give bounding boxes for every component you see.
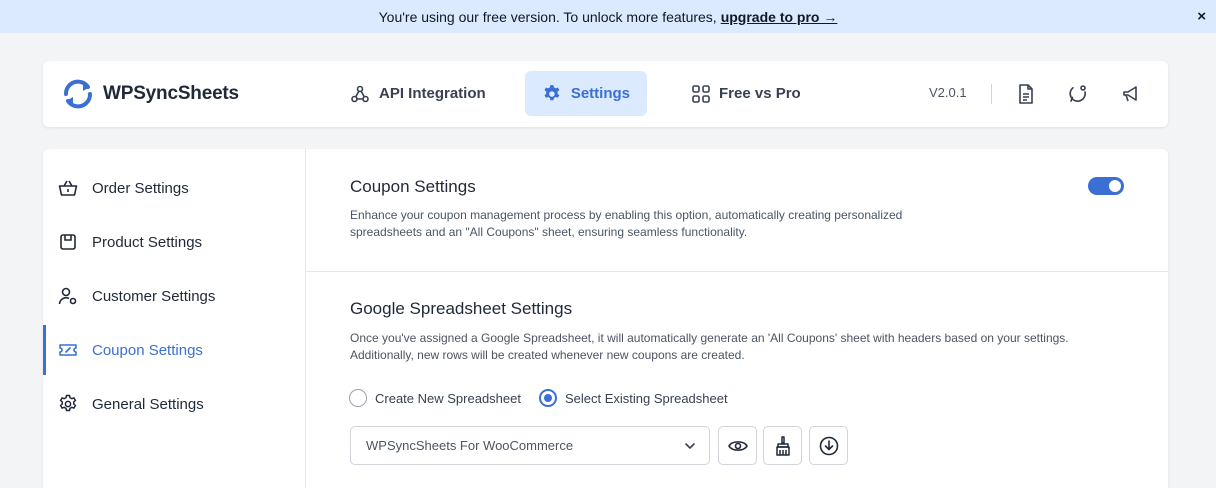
broom-icon xyxy=(775,435,790,456)
upgrade-notice-bar: You're using our free version. To unlock… xyxy=(0,0,1216,33)
logo-text: WPSyncSheets xyxy=(103,83,239,104)
sidebar-item-label: Customer Settings xyxy=(92,287,216,305)
sync-logo-icon xyxy=(63,79,93,109)
spreadsheet-select[interactable]: WPSyncSheets For WooCommerce xyxy=(350,426,710,465)
download-icon xyxy=(819,436,838,455)
view-spreadsheet-button[interactable] xyxy=(718,426,757,465)
sidebar-item-label: Order Settings xyxy=(92,179,189,197)
radio-circle xyxy=(349,389,367,407)
sidebar-item-label: Product Settings xyxy=(92,233,203,251)
coupon-settings-description: Enhance your coupon management process b… xyxy=(350,208,903,239)
radio-select-existing-spreadsheet[interactable]: Select Existing Spreadsheet xyxy=(538,389,728,407)
spreadsheet-settings-description: Once you've assigned a Google Spreadshee… xyxy=(350,331,1069,362)
chat-icon[interactable] xyxy=(1066,82,1090,106)
document-icon[interactable] xyxy=(1014,82,1038,106)
tab-api-integration[interactable]: API Integration xyxy=(333,71,503,116)
megaphone-icon[interactable] xyxy=(1119,82,1143,106)
tab-label: Free vs Pro xyxy=(719,85,801,102)
sidebar-item-coupon-settings[interactable]: Coupon Settings xyxy=(43,325,305,375)
settings-content: Coupon Settings Enhance your coupon mana… xyxy=(306,149,1168,488)
spreadsheet-settings-title: Google Spreadsheet Settings xyxy=(350,299,573,318)
radio-label: Create New Spreadsheet xyxy=(375,390,521,406)
box-icon xyxy=(60,234,76,250)
download-spreadsheet-button[interactable] xyxy=(809,426,848,465)
coupon-settings-title: Coupon Settings xyxy=(350,177,476,196)
basket-icon xyxy=(58,180,78,196)
eye-icon xyxy=(727,440,748,451)
sidebar-item-label: Coupon Settings xyxy=(92,341,203,359)
tab-free-vs-pro[interactable]: Free vs Pro xyxy=(675,71,818,116)
sidebar-item-general-settings[interactable]: General Settings xyxy=(43,379,305,429)
gear-icon xyxy=(544,84,560,100)
coupon-settings-toggle[interactable] xyxy=(1088,177,1124,195)
settings-card: Order Settings Product Settings Customer… xyxy=(43,149,1168,488)
gear-icon xyxy=(59,394,77,412)
notice-text: You're using our free version. To unlock… xyxy=(378,8,717,25)
clear-spreadsheet-button[interactable] xyxy=(763,426,802,465)
upgrade-link[interactable]: upgrade to pro → xyxy=(721,9,838,25)
spreadsheet-mode-radio-group: Create New Spreadsheet Select Existing S… xyxy=(349,389,746,407)
sidebar-item-customer-settings[interactable]: Customer Settings xyxy=(43,271,305,321)
webhook-icon xyxy=(351,85,369,102)
radio-circle-checked xyxy=(538,389,557,407)
tab-settings[interactable]: Settings xyxy=(525,71,647,116)
radio-label: Select Existing Spreadsheet xyxy=(564,390,728,406)
radio-create-new-spreadsheet[interactable]: Create New Spreadsheet xyxy=(349,389,521,407)
tab-label: Settings xyxy=(570,85,630,102)
ticket-icon xyxy=(59,344,77,356)
sidebar-item-label: General Settings xyxy=(92,395,204,413)
divider xyxy=(306,271,1168,272)
chevron-down-icon xyxy=(685,443,695,450)
logo: WPSyncSheets xyxy=(61,78,239,110)
close-icon[interactable]: × xyxy=(1197,8,1206,25)
select-value: WPSyncSheets For WooCommerce xyxy=(366,438,574,453)
sidebar-item-product-settings[interactable]: Product Settings xyxy=(43,217,305,267)
sidebar: Order Settings Product Settings Customer… xyxy=(43,149,306,488)
top-header: WPSyncSheets API Integration Settings Fr… xyxy=(43,61,1168,127)
divider xyxy=(991,84,992,104)
grid-icon xyxy=(692,84,710,103)
sidebar-item-order-settings[interactable]: Order Settings xyxy=(43,163,305,213)
version-label: V2.0.1 xyxy=(929,85,967,100)
tab-label: API Integration xyxy=(379,85,486,102)
user-gear-icon xyxy=(58,287,77,305)
